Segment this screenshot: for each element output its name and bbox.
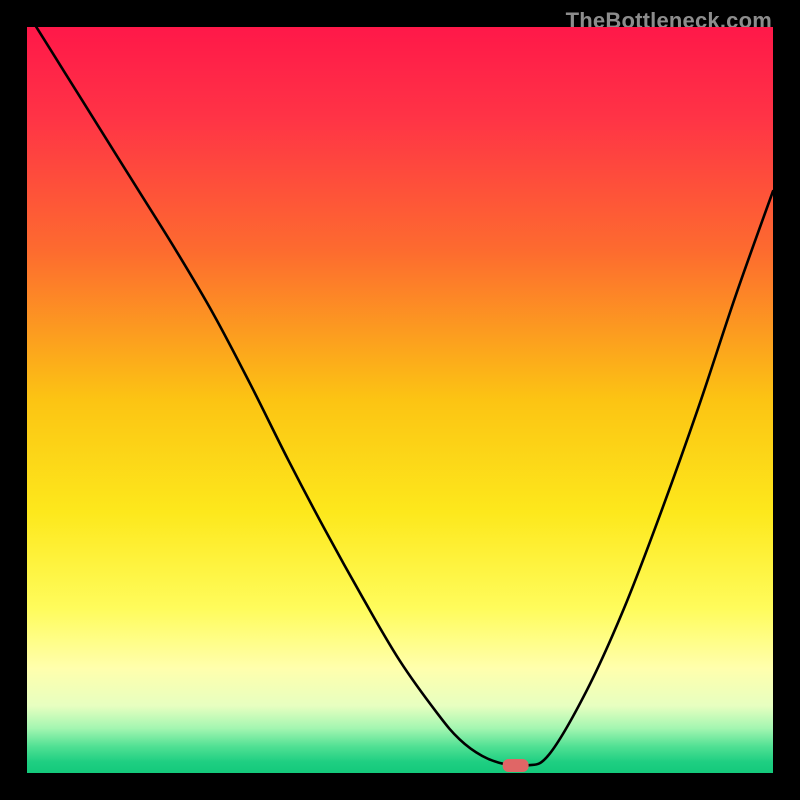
optimal-marker <box>503 759 529 772</box>
chart-root: TheBottleneck.com <box>0 0 800 800</box>
plot-area <box>27 27 773 773</box>
chart-svg <box>27 27 773 773</box>
